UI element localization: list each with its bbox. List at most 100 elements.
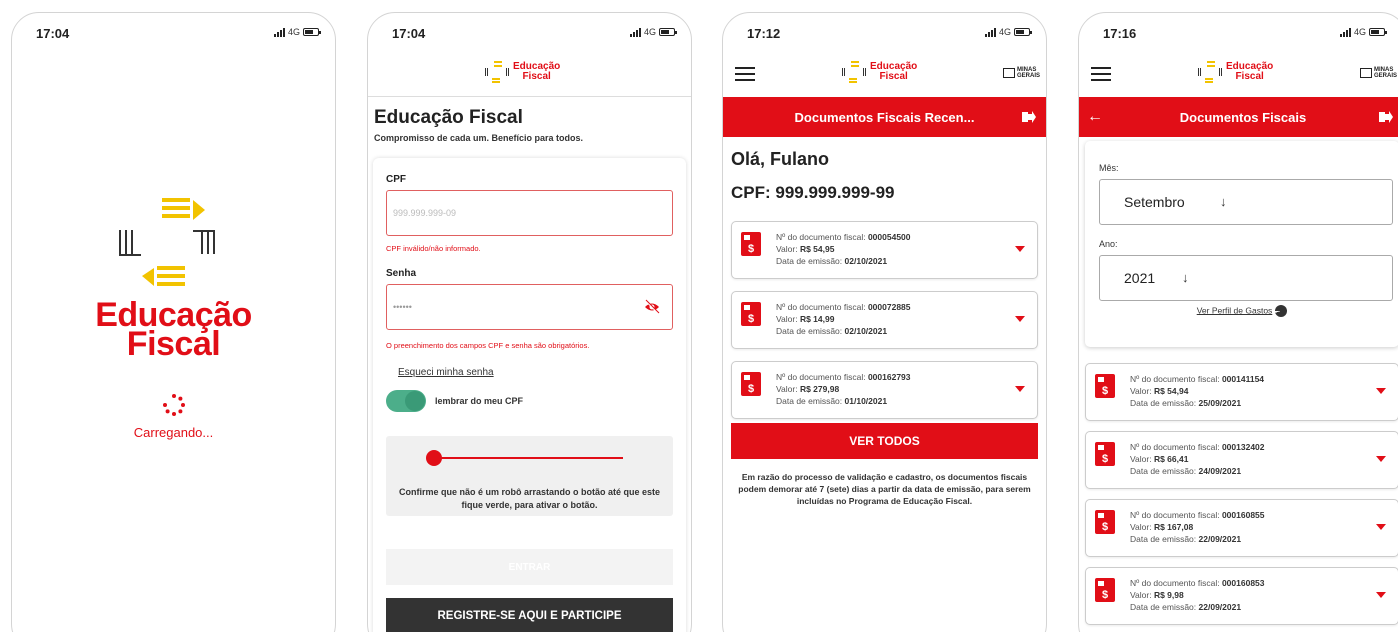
phone-document-list: 17:16 4G Educação Fiscal MINAS GERAIS ← … — [1078, 12, 1398, 632]
doc-number: 000132402 — [1221, 442, 1265, 452]
doc-number: 000072885 — [867, 302, 911, 312]
doc-date: 24/09/2021 — [1198, 466, 1242, 476]
doc-date: 01/10/2021 — [844, 396, 888, 406]
captcha-track[interactable] — [433, 457, 623, 459]
greeting: Olá, Fulano — [731, 149, 829, 170]
menu-icon[interactable] — [735, 67, 755, 81]
logout-icon[interactable] — [1379, 110, 1393, 124]
signal-icon — [984, 27, 996, 37]
document-card[interactable]: $ Nº do documento fiscal: 000160855 Valo… — [1085, 499, 1398, 557]
status-time: 17:04 — [36, 26, 70, 41]
doc-number-label: Nº do documento fiscal: — [1130, 510, 1220, 520]
header-logo: Educação Fiscal — [1197, 61, 1273, 83]
doc-number-label: Nº do documento fiscal: — [776, 302, 866, 312]
state-line-2: GERAIS — [1373, 73, 1397, 79]
user-cpf: CPF: 999.999.999-99 — [731, 183, 895, 202]
enter-button[interactable]: ENTRAR — [386, 549, 673, 585]
password-label: Senha — [386, 268, 417, 279]
document-card[interactable]: $ Nº do documento fiscal: 000132402 Valo… — [1085, 431, 1398, 489]
receipt-icon: $ — [1095, 374, 1115, 398]
chevron-down-icon[interactable] — [1015, 316, 1025, 322]
svg-text:$: $ — [1102, 453, 1108, 465]
phone-login: 17:04 4G Educação Fiscal Educação Fiscal… — [367, 12, 692, 632]
month-select[interactable]: Setembro ↓ — [1099, 179, 1393, 225]
doc-date: 02/10/2021 — [844, 256, 888, 266]
section-title: Documentos Fiscais Recen... — [794, 109, 975, 125]
chevron-down-icon[interactable] — [1376, 456, 1386, 462]
document-card[interactable]: $ Nº do documento fiscal: 000141154 Valo… — [1085, 363, 1398, 421]
cpf-error: CPF inválido/não informado. — [386, 244, 481, 253]
loading-spinner-icon — [163, 394, 185, 416]
arrow-down-icon: ↓ — [1182, 270, 1189, 285]
chevron-down-icon[interactable] — [1376, 592, 1386, 598]
chevron-down-icon[interactable] — [1015, 386, 1025, 392]
menu-icon[interactable] — [1091, 67, 1111, 81]
doc-value: R$ 54,95 — [799, 244, 835, 254]
password-input[interactable]: •••••• — [386, 284, 673, 330]
doc-date-label: Data de emissão: — [776, 396, 843, 406]
chevron-down-icon[interactable] — [1376, 524, 1386, 530]
doc-number-label: Nº do documento fiscal: — [776, 372, 866, 382]
doc-value-label: Valor: — [776, 314, 798, 324]
svg-text:$: $ — [748, 313, 754, 325]
receipt-icon: $ — [741, 372, 761, 396]
remember-cpf-toggle[interactable] — [386, 390, 426, 412]
network-label: 4G — [287, 27, 300, 37]
document-card[interactable]: $ Nº do documento fiscal: 000072885 Valo… — [731, 291, 1038, 349]
captcha-handle[interactable] — [426, 450, 442, 466]
status-bar: 17:04 4G — [368, 13, 691, 53]
doc-number-label: Nº do documento fiscal: — [1130, 442, 1220, 452]
doc-date: 02/10/2021 — [844, 326, 888, 336]
forgot-password-link[interactable]: Esqueci minha senha — [398, 367, 494, 378]
doc-number: 000160855 — [1221, 510, 1265, 520]
logo-mark-icon — [485, 61, 509, 83]
svg-text:$: $ — [1102, 589, 1108, 601]
eye-off-icon[interactable] — [644, 299, 660, 315]
status-time: 17:12 — [747, 26, 781, 41]
document-card[interactable]: $ Nº do documento fiscal: 000160853 Valo… — [1085, 567, 1398, 625]
loading-text: Carregando... — [133, 425, 214, 440]
arrow-left-icon[interactable]: ← — [1087, 108, 1103, 126]
register-button[interactable]: REGISTRE-SE AQUI E PARTICIPE — [386, 598, 673, 632]
doc-value: R$ 167,08 — [1153, 522, 1194, 532]
doc-number: 000141154 — [1221, 374, 1265, 384]
app-header: Educação Fiscal MINAS GERAIS — [1079, 53, 1398, 97]
doc-value: R$ 54,94 — [1153, 386, 1189, 396]
phone-splash: 17:04 4G Educação Fiscal Carregando... — [11, 12, 336, 632]
state-text: MINAS GERAIS — [1017, 67, 1040, 79]
year-value: 2021 — [1124, 270, 1156, 286]
required-error: O preenchimento dos campos CPF e senha s… — [386, 341, 590, 350]
doc-date-label: Data de emissão: — [1130, 602, 1197, 612]
section-header: Documentos Fiscais Recen... — [723, 97, 1046, 137]
battery-icon — [303, 28, 321, 36]
captcha-instructions: Confirme que não é um robô arrastando o … — [398, 487, 661, 510]
see-all-button[interactable]: VER TODOS — [731, 423, 1038, 459]
mountain-icon — [1359, 68, 1372, 78]
chevron-down-icon[interactable] — [1376, 388, 1386, 394]
password-value: •••••• — [393, 302, 412, 312]
receipt-icon: $ — [1095, 578, 1115, 602]
document-card[interactable]: $ Nº do documento fiscal: 000054500 Valo… — [731, 221, 1038, 279]
year-select[interactable]: 2021 ↓ — [1099, 255, 1393, 301]
logo-text: Educação Fiscal — [1226, 62, 1273, 82]
status-icons: 4G — [629, 27, 677, 37]
arrow-down-icon: ↓ — [1220, 194, 1227, 209]
status-bar: 17:16 4G — [1079, 13, 1398, 53]
logo-line-2: Fiscal — [879, 71, 908, 82]
greeting-prefix: Olá, — [731, 149, 766, 169]
doc-date-label: Data de emissão: — [1130, 466, 1197, 476]
svg-text:$: $ — [1102, 521, 1108, 533]
mountain-icon — [1002, 68, 1015, 78]
section-title: Documentos Fiscais — [1179, 109, 1307, 125]
logo-text: Educação Fiscal — [513, 62, 560, 82]
spending-profile-link[interactable]: Ver Perfil de Gastos — [1085, 305, 1398, 317]
user-name: Fulano — [770, 149, 830, 169]
year-label: Ano: — [1099, 239, 1118, 249]
receipt-icon: $ — [741, 302, 761, 326]
cpf-input[interactable]: 999.999.999-09 — [386, 190, 673, 236]
document-card[interactable]: $ Nº do documento fiscal: 000162793 Valo… — [731, 361, 1038, 419]
logout-icon[interactable] — [1022, 110, 1036, 124]
page-subtitle: Compromisso de cada um. Benefício para t… — [374, 133, 584, 143]
chevron-down-icon[interactable] — [1015, 246, 1025, 252]
doc-date-label: Data de emissão: — [1130, 398, 1197, 408]
